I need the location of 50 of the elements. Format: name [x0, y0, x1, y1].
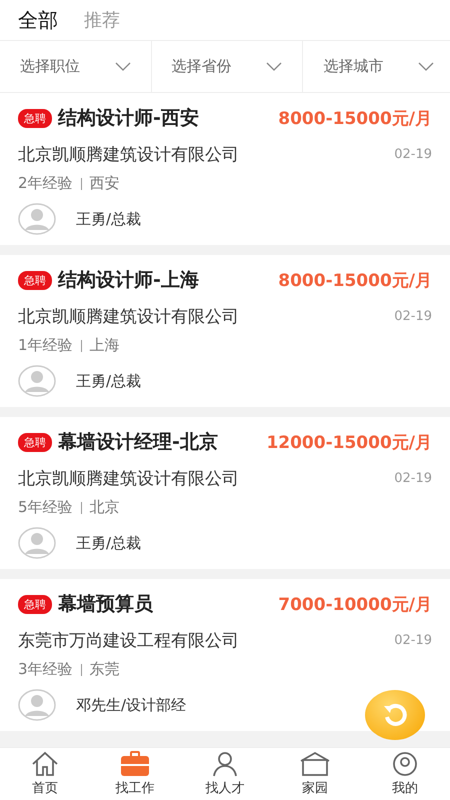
- company-name: 北京凯顺腾建筑设计有限公司: [18, 468, 239, 490]
- job-card[interactable]: 急聘 结构设计师-西安 8000-15000元/月 北京凯顺腾建筑设计有限公司 02-19 2年经验 西安 王勇/总裁: [0, 93, 450, 245]
- post-date: 02-19: [394, 471, 432, 486]
- company-name: 北京凯顺腾建筑设计有限公司: [18, 306, 239, 328]
- job-title: 结构设计师-上海: [58, 268, 199, 293]
- company-name: 东莞市万尚建设工程有限公司: [18, 630, 239, 652]
- person-icon: [210, 751, 240, 777]
- job-title: 结构设计师-西安: [58, 106, 199, 131]
- contact-name: 邓先生/设计部经: [76, 696, 186, 714]
- job-city: 北京: [90, 498, 120, 517]
- chevron-down-icon: [418, 62, 434, 71]
- house-group-icon: [300, 751, 330, 777]
- home-icon: [30, 751, 60, 777]
- urgent-badge: 急聘: [18, 432, 52, 452]
- salary: 8000-15000元/月: [278, 270, 432, 292]
- job-card[interactable]: 急聘 幕墙预算员 7000-10000元/月 东莞市万尚建设工程有限公司 02-19 3年经验 东莞 邓先生/设计部经: [0, 579, 450, 731]
- experience: 5年经验: [18, 498, 73, 517]
- job-card[interactable]: 急聘 幕墙设计经理-北京 12000-15000元/月 北京凯顺腾建筑设计有限公司 02-19 5年经验 北京 王勇/总裁: [0, 417, 450, 569]
- job-city: 西安: [90, 174, 120, 193]
- chevron-down-icon: [266, 62, 282, 71]
- job-title: 幕墙预算员: [58, 592, 153, 617]
- experience: 2年经验: [18, 174, 73, 193]
- salary: 7000-10000元/月: [278, 594, 432, 616]
- urgent-badge: 急聘: [18, 594, 52, 614]
- chevron-down-icon: [114, 62, 131, 71]
- avatar-icon: [18, 689, 56, 721]
- avatar-icon: [18, 527, 56, 559]
- briefcase-icon: [120, 751, 150, 777]
- experience: 1年经验: [18, 336, 73, 355]
- post-date: 02-19: [394, 633, 432, 648]
- urgent-badge: 急聘: [18, 270, 52, 290]
- contact-name: 王勇/总裁: [76, 534, 142, 552]
- salary: 8000-15000元/月: [278, 108, 432, 130]
- avatar-icon: [18, 203, 56, 235]
- job-title: 幕墙设计经理-北京: [58, 430, 218, 455]
- profile-icon: [390, 751, 420, 777]
- experience: 3年经验: [18, 660, 73, 679]
- post-date: 02-19: [394, 309, 432, 324]
- salary: 12000-15000元/月: [266, 432, 432, 454]
- company-name: 北京凯顺腾建筑设计有限公司: [18, 144, 239, 166]
- job-city: 东莞: [90, 660, 120, 679]
- job-card[interactable]: 急聘 结构设计师-上海 8000-15000元/月 北京凯顺腾建筑设计有限公司 02-19 1年经验 上海 王勇/总裁: [0, 255, 450, 407]
- contact-name: 王勇/总裁: [76, 372, 142, 390]
- tab[interactable]: 全部: [18, 6, 58, 34]
- avatar-icon: [18, 365, 56, 397]
- post-date: 02-19: [394, 147, 432, 162]
- urgent-badge: 急聘: [18, 108, 52, 128]
- job-city: 上海: [90, 336, 120, 355]
- contact-name: 王勇/总裁: [76, 210, 142, 228]
- refresh-icon: [382, 703, 408, 727]
